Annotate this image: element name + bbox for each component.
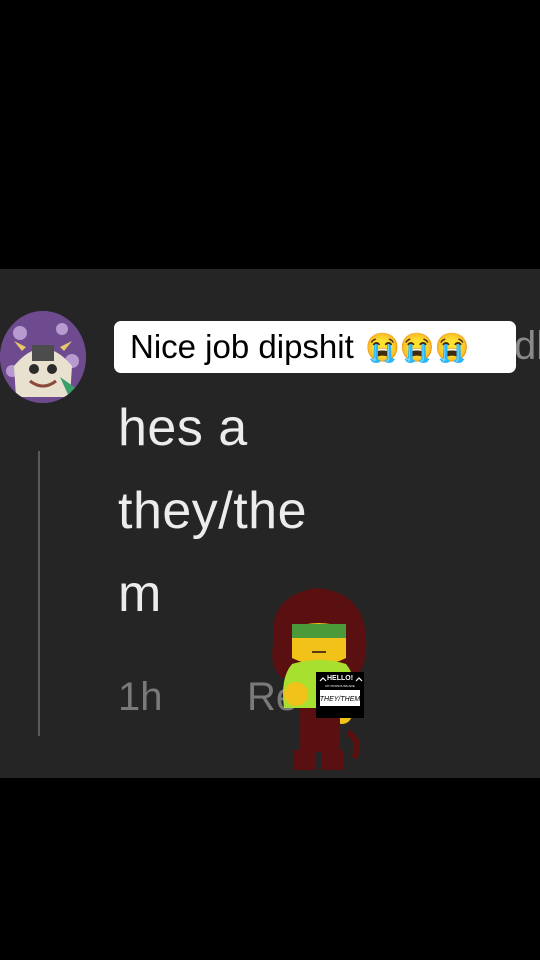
thread-line [38,451,40,736]
character-sticker: HELLO! MY PRONOUNS ARE THEY/THEM [262,582,380,778]
username-fragment[interactable]: dl [514,323,540,369]
caption-banner: Nice job dipshit 😭😭😭 [114,321,516,373]
sign-pronouns: THEY/THEM [320,696,361,703]
comment-text-line: they/the [118,482,308,540]
crying-emoji-icon: 😭😭😭 [364,331,470,363]
sign-subtitle: MY PRONOUNS ARE [325,684,354,688]
sign-title: HELLO! [327,675,353,682]
commenter-avatar[interactable] [0,311,86,403]
comment-timestamp: 1h [118,675,163,719]
comment-text-line: hes a [118,399,248,457]
caption-text: Nice job dipshit [130,328,354,365]
comment-text-line: m [118,565,162,623]
